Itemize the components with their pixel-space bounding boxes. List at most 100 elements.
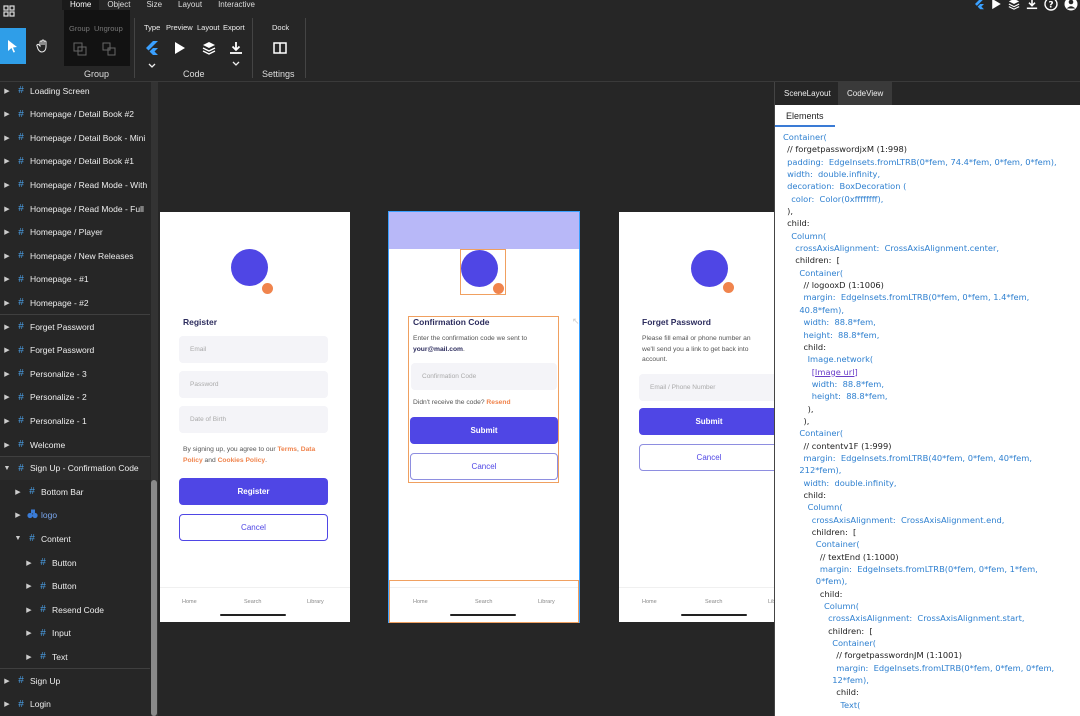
layer-item[interactable]: ▶ logo (0, 504, 150, 527)
layer-item[interactable]: ▶ # Personalize - 3 (0, 362, 150, 385)
submit-button[interactable]: Submit (639, 408, 774, 435)
flutter-icon[interactable] (974, 0, 985, 15)
layer-item[interactable]: ▶ # Personalize - 1 (0, 409, 150, 432)
layer-item[interactable]: ▼ # Content (0, 527, 150, 550)
collapse-arrow-icon[interactable]: ▶ (2, 157, 12, 165)
tab-size[interactable]: Size (138, 0, 170, 10)
layer-item[interactable]: ▶ # Homepage / Detail Book #1 (0, 150, 150, 173)
layer-item[interactable]: ▶ # Homepage / Player (0, 221, 150, 244)
collapse-arrow-icon[interactable]: ▶ (2, 181, 12, 189)
collapse-arrow-icon[interactable]: ▶ (24, 606, 34, 614)
collapse-arrow-icon[interactable]: ▶ (24, 629, 34, 637)
layer-item[interactable]: ▶ # Input (0, 622, 150, 645)
dock-icon[interactable] (270, 38, 290, 58)
collapse-arrow-icon[interactable]: ▶ (24, 559, 34, 567)
collapse-arrow-icon[interactable]: ▶ (2, 252, 12, 260)
collapse-arrow-icon[interactable]: ▶ (2, 393, 12, 401)
email-field[interactable]: Email (179, 336, 328, 363)
design-canvas[interactable]: Register Email Password Date of Birth By… (158, 82, 774, 716)
register-screen[interactable]: Register Email Password Date of Birth By… (160, 212, 350, 622)
collapse-arrow-icon[interactable]: ▶ (2, 275, 12, 283)
collapse-arrow-icon[interactable]: ▶ (2, 417, 12, 425)
collapse-arrow-icon[interactable]: ▶ (2, 700, 12, 708)
collapse-arrow-icon[interactable]: ▶ (2, 205, 12, 213)
layer-item[interactable]: ▶ # Welcome (0, 433, 150, 456)
layer-item[interactable]: ▶ # Login (0, 693, 150, 716)
chevron-down-icon[interactable] (226, 54, 246, 74)
tab-library-label[interactable]: Library (307, 599, 324, 605)
collapse-arrow-icon[interactable]: ▶ (2, 370, 12, 378)
tab-object[interactable]: Object (99, 0, 138, 10)
pointer-icon[interactable] (0, 28, 26, 64)
layer-item[interactable]: ▶ # Homepage / New Releases (0, 244, 150, 267)
collapse-arrow-icon[interactable]: ▶ (2, 134, 12, 142)
layer-item[interactable]: ▶ # Forget Password (0, 315, 150, 338)
tab-elements[interactable]: Elements (775, 107, 835, 127)
layer-item[interactable]: ▶ # Text (0, 645, 150, 668)
layer-item[interactable]: ▶ # Button (0, 575, 150, 598)
layer-item[interactable]: ▶ # Homepage / Read Mode - With (0, 173, 150, 196)
collapse-arrow-icon[interactable]: ▶ (24, 653, 34, 661)
layer-item[interactable]: ▶ # Resend Code (0, 598, 150, 621)
layer-item[interactable]: ▶ # Loading Screen (0, 79, 150, 102)
flutter-icon[interactable] (142, 38, 162, 58)
terms-link[interactable]: Terms (277, 446, 297, 453)
chevron-down-icon[interactable] (142, 56, 162, 76)
code-view[interactable]: Container(// forgetpasswordjxM (1:998) pa… (783, 131, 1079, 711)
ungroup-icon[interactable] (99, 39, 119, 59)
play-icon[interactable] (991, 0, 1002, 15)
layer-item[interactable]: ▶ # Homepage / Detail Book #2 (0, 103, 150, 126)
password-field[interactable]: Password (179, 371, 328, 398)
register-button[interactable]: Register (179, 478, 328, 505)
layer-item[interactable]: ▶ # Homepage / Detail Book - Mini (0, 126, 150, 149)
collapse-arrow-icon[interactable]: ▶ (2, 110, 12, 118)
tab-search-label[interactable]: Search (705, 599, 722, 605)
cancel-button[interactable]: Cancel (179, 514, 328, 541)
hand-icon[interactable] (30, 28, 56, 64)
help-icon[interactable]: ? (1044, 0, 1058, 16)
collapse-arrow-icon[interactable]: ▶ (2, 323, 12, 331)
collapse-arrow-icon[interactable]: ▶ (2, 677, 12, 685)
tab-home-label[interactable]: Home (642, 599, 657, 605)
layers-icon[interactable] (1008, 0, 1020, 15)
layer-item[interactable]: ▼ # Sign Up - Confirmation Code (0, 456, 150, 480)
image-url-link[interactable]: [Image url] (812, 367, 858, 377)
layer-item[interactable]: ▶ # Personalize - 2 (0, 386, 150, 409)
cancel-button[interactable]: Cancel (639, 444, 774, 471)
layers-scroll-thumb[interactable] (151, 480, 157, 716)
collapse-arrow-icon[interactable]: ▶ (24, 582, 34, 590)
tab-layout[interactable]: Layout (170, 0, 210, 10)
tab-scene-layout[interactable]: SceneLayout (775, 82, 840, 105)
cookies-link[interactable]: Cookies Policy (218, 457, 266, 464)
collapse-arrow-icon[interactable]: ▶ (13, 511, 23, 519)
email-phone-field[interactable]: Email / Phone Number (639, 374, 774, 401)
layer-item[interactable]: ▶ # Button (0, 551, 150, 574)
tab-interactive[interactable]: Interactive (210, 0, 263, 10)
layer-item[interactable]: ▶ # Bottom Bar (0, 480, 150, 503)
layer-item[interactable]: ▶ # Homepage - #2 (0, 291, 150, 314)
layer-item[interactable]: ▶ # Forget Password (0, 339, 150, 362)
tab-home[interactable]: Home (62, 0, 100, 10)
dob-field[interactable]: Date of Birth (179, 406, 328, 433)
collapse-arrow-icon[interactable]: ▶ (2, 346, 12, 354)
collapse-arrow-icon[interactable]: ▶ (13, 488, 23, 496)
forget-password-screen[interactable]: Forget Password Please fill email or pho… (619, 212, 774, 622)
tab-code-view[interactable]: CodeView (838, 82, 893, 105)
layer-item[interactable]: ▶ # Sign Up (0, 669, 150, 692)
layer-item[interactable]: ▶ # Homepage - #1 (0, 268, 150, 291)
play-icon[interactable] (170, 38, 190, 58)
layer-item[interactable]: ▶ # Homepage / Read Mode - Full (0, 197, 150, 220)
expand-arrow-icon[interactable]: ▼ (13, 535, 23, 542)
layers-icon[interactable] (199, 38, 219, 58)
collapse-arrow-icon[interactable]: ▶ (2, 228, 12, 236)
download-icon[interactable] (1026, 0, 1038, 15)
tab-home-label[interactable]: Home (182, 599, 197, 605)
group-icon[interactable] (70, 39, 90, 59)
collapse-arrow-icon[interactable]: ▶ (2, 441, 12, 449)
tab-search-label[interactable]: Search (244, 599, 261, 605)
user-icon[interactable] (1064, 0, 1078, 16)
collapse-arrow-icon[interactable]: ▶ (2, 299, 12, 307)
apps-icon[interactable] (0, 0, 18, 22)
collapse-arrow-icon[interactable]: ▶ (2, 87, 12, 95)
expand-arrow-icon[interactable]: ▼ (2, 465, 12, 472)
